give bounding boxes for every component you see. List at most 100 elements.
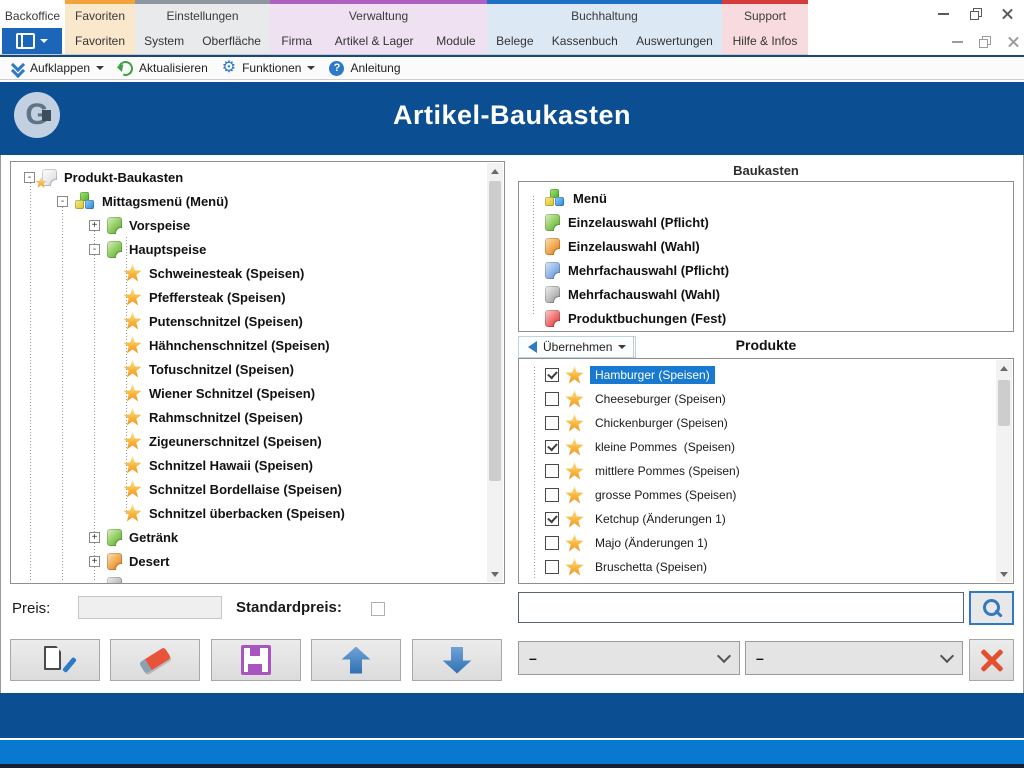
tree-item[interactable]: Tofuschnitzel (Speisen) [11, 357, 294, 381]
anleitung-button[interactable]: ? Anleitung [329, 61, 400, 76]
baukasten-item[interactable]: Einzelauswahl (Pflicht) [519, 210, 709, 234]
ribbon-item-favoriten[interactable]: Favoriten [71, 32, 129, 50]
products-scrollbar[interactable] [996, 360, 1012, 582]
star-icon [565, 366, 584, 385]
scroll-down-icon[interactable] [487, 566, 503, 582]
tree-scrollbar[interactable] [487, 163, 503, 582]
product-row[interactable]: Bruschetta (Speisen) [519, 555, 712, 579]
ribbon-item-hilfe-infos[interactable]: Hilfe & Infos [729, 32, 802, 50]
search-input[interactable] [518, 592, 964, 623]
product-row[interactable]: Ketchup (Änderungen 1) [519, 507, 731, 531]
tree-expander[interactable]: + [89, 556, 100, 567]
tree-item[interactable]: + Desert [11, 549, 169, 573]
new-edit-button[interactable] [10, 639, 100, 681]
move-up-button[interactable] [311, 639, 401, 681]
ribbon-item-belege[interactable]: Belege [492, 32, 537, 50]
tree-item[interactable]: Zigeunerschnitzel (Speisen) [11, 429, 322, 453]
ribbon-item-auswertungen[interactable]: Auswertungen [632, 32, 717, 50]
tree-item[interactable]: Schnitzel Hawaii (Speisen) [11, 453, 313, 477]
window-minimize-button[interactable] [930, 4, 956, 24]
scrollbar-thumb[interactable] [998, 380, 1010, 426]
window-close-button[interactable] [994, 4, 1020, 24]
tree-item[interactable]: + Getränk [11, 525, 178, 549]
product-checkbox[interactable] [545, 392, 559, 406]
tree-expander[interactable]: - [57, 196, 68, 207]
product-label: grosse Pommes (Speisen) [590, 486, 741, 504]
tree-item[interactable]: + Vorspeise [11, 213, 190, 237]
product-checkbox[interactable] [545, 488, 559, 502]
product-row[interactable]: grosse Pommes (Speisen) [519, 483, 741, 507]
tree-expander[interactable]: - [24, 172, 35, 183]
ribbon-item-kassenbuch[interactable]: Kassenbuch [548, 32, 622, 50]
remove-button[interactable] [969, 639, 1014, 681]
product-row[interactable]: Cheeseburger (Speisen) [519, 387, 731, 411]
product-checkbox[interactable] [545, 464, 559, 478]
product-row[interactable]: Chickenburger (Speisen) [519, 411, 733, 435]
child-minimize-button[interactable] [944, 32, 970, 52]
tree-expander[interactable]: - [89, 244, 100, 255]
tree-expander[interactable]: + [89, 532, 100, 543]
save-button[interactable] [211, 639, 301, 681]
tab-einstellungen-label: Einstellungen [166, 6, 238, 23]
star-icon [123, 264, 142, 283]
ribbon-item-module[interactable]: Module [432, 32, 479, 50]
baukasten-item[interactable]: Produktbuchungen (Fest) [519, 306, 726, 330]
product-row[interactable]: kleine Pommes (Speisen) [519, 435, 740, 459]
preis-input[interactable] [78, 596, 222, 619]
product-row[interactable]: mittlere Pommes (Speisen) [519, 459, 745, 483]
tree-item[interactable]: Schweinesteak (Speisen) [11, 261, 304, 285]
child-restore-button[interactable] [972, 32, 998, 52]
tree-item[interactable]: Wiener Schnitzel (Speisen) [11, 381, 315, 405]
product-checkbox[interactable] [545, 440, 559, 454]
ribbon-item-system[interactable]: System [140, 32, 188, 50]
tree-item[interactable]: Hähnchenschnitzel (Speisen) [11, 333, 330, 357]
scrollbar-thumb[interactable] [489, 181, 501, 481]
ribbon-item-oberflaeche[interactable]: Oberfläche [198, 32, 265, 50]
help-icon: ? [329, 61, 344, 76]
tab-einstellungen[interactable]: Einstellungen [135, 0, 270, 28]
bottom-edge [0, 764, 1024, 768]
standardpreis-checkbox[interactable] [371, 602, 385, 616]
tab-buchhaltung[interactable]: Buchhaltung [487, 0, 722, 28]
app-menu-button[interactable] [2, 28, 62, 54]
baukasten-item[interactable]: Mehrfachauswahl (Wahl) [519, 282, 720, 306]
product-checkbox[interactable] [545, 536, 559, 550]
tree-expander[interactable]: + [89, 220, 100, 231]
move-down-button[interactable] [412, 639, 502, 681]
tree-item[interactable]: - Mittagsmenü (Menü) [11, 189, 228, 213]
search-button[interactable] [969, 591, 1014, 625]
ribbon-item-artikel-lager[interactable]: Artikel & Lager [331, 32, 418, 50]
tree-item[interactable]: - Hauptspeise [11, 237, 206, 261]
tree-item[interactable]: Rahmschnitzel (Speisen) [11, 405, 303, 429]
tree-item[interactable]: - Produkt-Baukasten [11, 165, 183, 189]
baukasten-item[interactable]: Einzelauswahl (Wahl) [519, 234, 700, 258]
tab-support[interactable]: Support [722, 0, 808, 28]
scroll-down-icon[interactable] [996, 566, 1012, 582]
baukasten-item[interactable]: Mehrfachauswahl (Pflicht) [519, 258, 729, 282]
product-checkbox[interactable] [545, 560, 559, 574]
scroll-up-icon[interactable] [996, 360, 1012, 376]
child-close-button[interactable] [1000, 32, 1024, 52]
product-row[interactable]: Majo (Änderungen 1) [519, 531, 713, 555]
product-checkbox[interactable] [545, 416, 559, 430]
baukasten-item[interactable]: Menü [519, 186, 607, 210]
tree-item[interactable]: Schnitzel überbacken (Speisen) [11, 501, 345, 525]
tree-item[interactable]: Schnitzel Bordellaise (Speisen) [11, 477, 342, 501]
aufklappen-button[interactable]: Aufklappen [10, 61, 104, 75]
window-restore-button[interactable] [963, 4, 989, 24]
tree-item[interactable]: Pfeffersteak (Speisen) [11, 285, 286, 309]
tab-favoriten[interactable]: Favoriten [65, 0, 135, 28]
ribbon-item-firma[interactable]: Firma [277, 32, 316, 50]
delete-button[interactable] [110, 639, 200, 681]
dropdown-1[interactable]: – [518, 641, 740, 675]
product-checkbox[interactable] [545, 512, 559, 526]
aktualisieren-button[interactable]: Aktualisieren [118, 61, 208, 76]
product-row[interactable]: Hamburger (Speisen) [519, 363, 715, 387]
scroll-up-icon[interactable] [487, 163, 503, 179]
tab-backoffice[interactable]: Backoffice [0, 0, 65, 28]
funktionen-button[interactable]: ⚙ Funktionen [222, 60, 316, 76]
product-checkbox[interactable] [545, 368, 559, 382]
tree-item[interactable]: Putenschnitzel (Speisen) [11, 309, 303, 333]
tab-verwaltung[interactable]: Verwaltung [270, 0, 487, 28]
dropdown-2[interactable]: – [745, 641, 963, 675]
